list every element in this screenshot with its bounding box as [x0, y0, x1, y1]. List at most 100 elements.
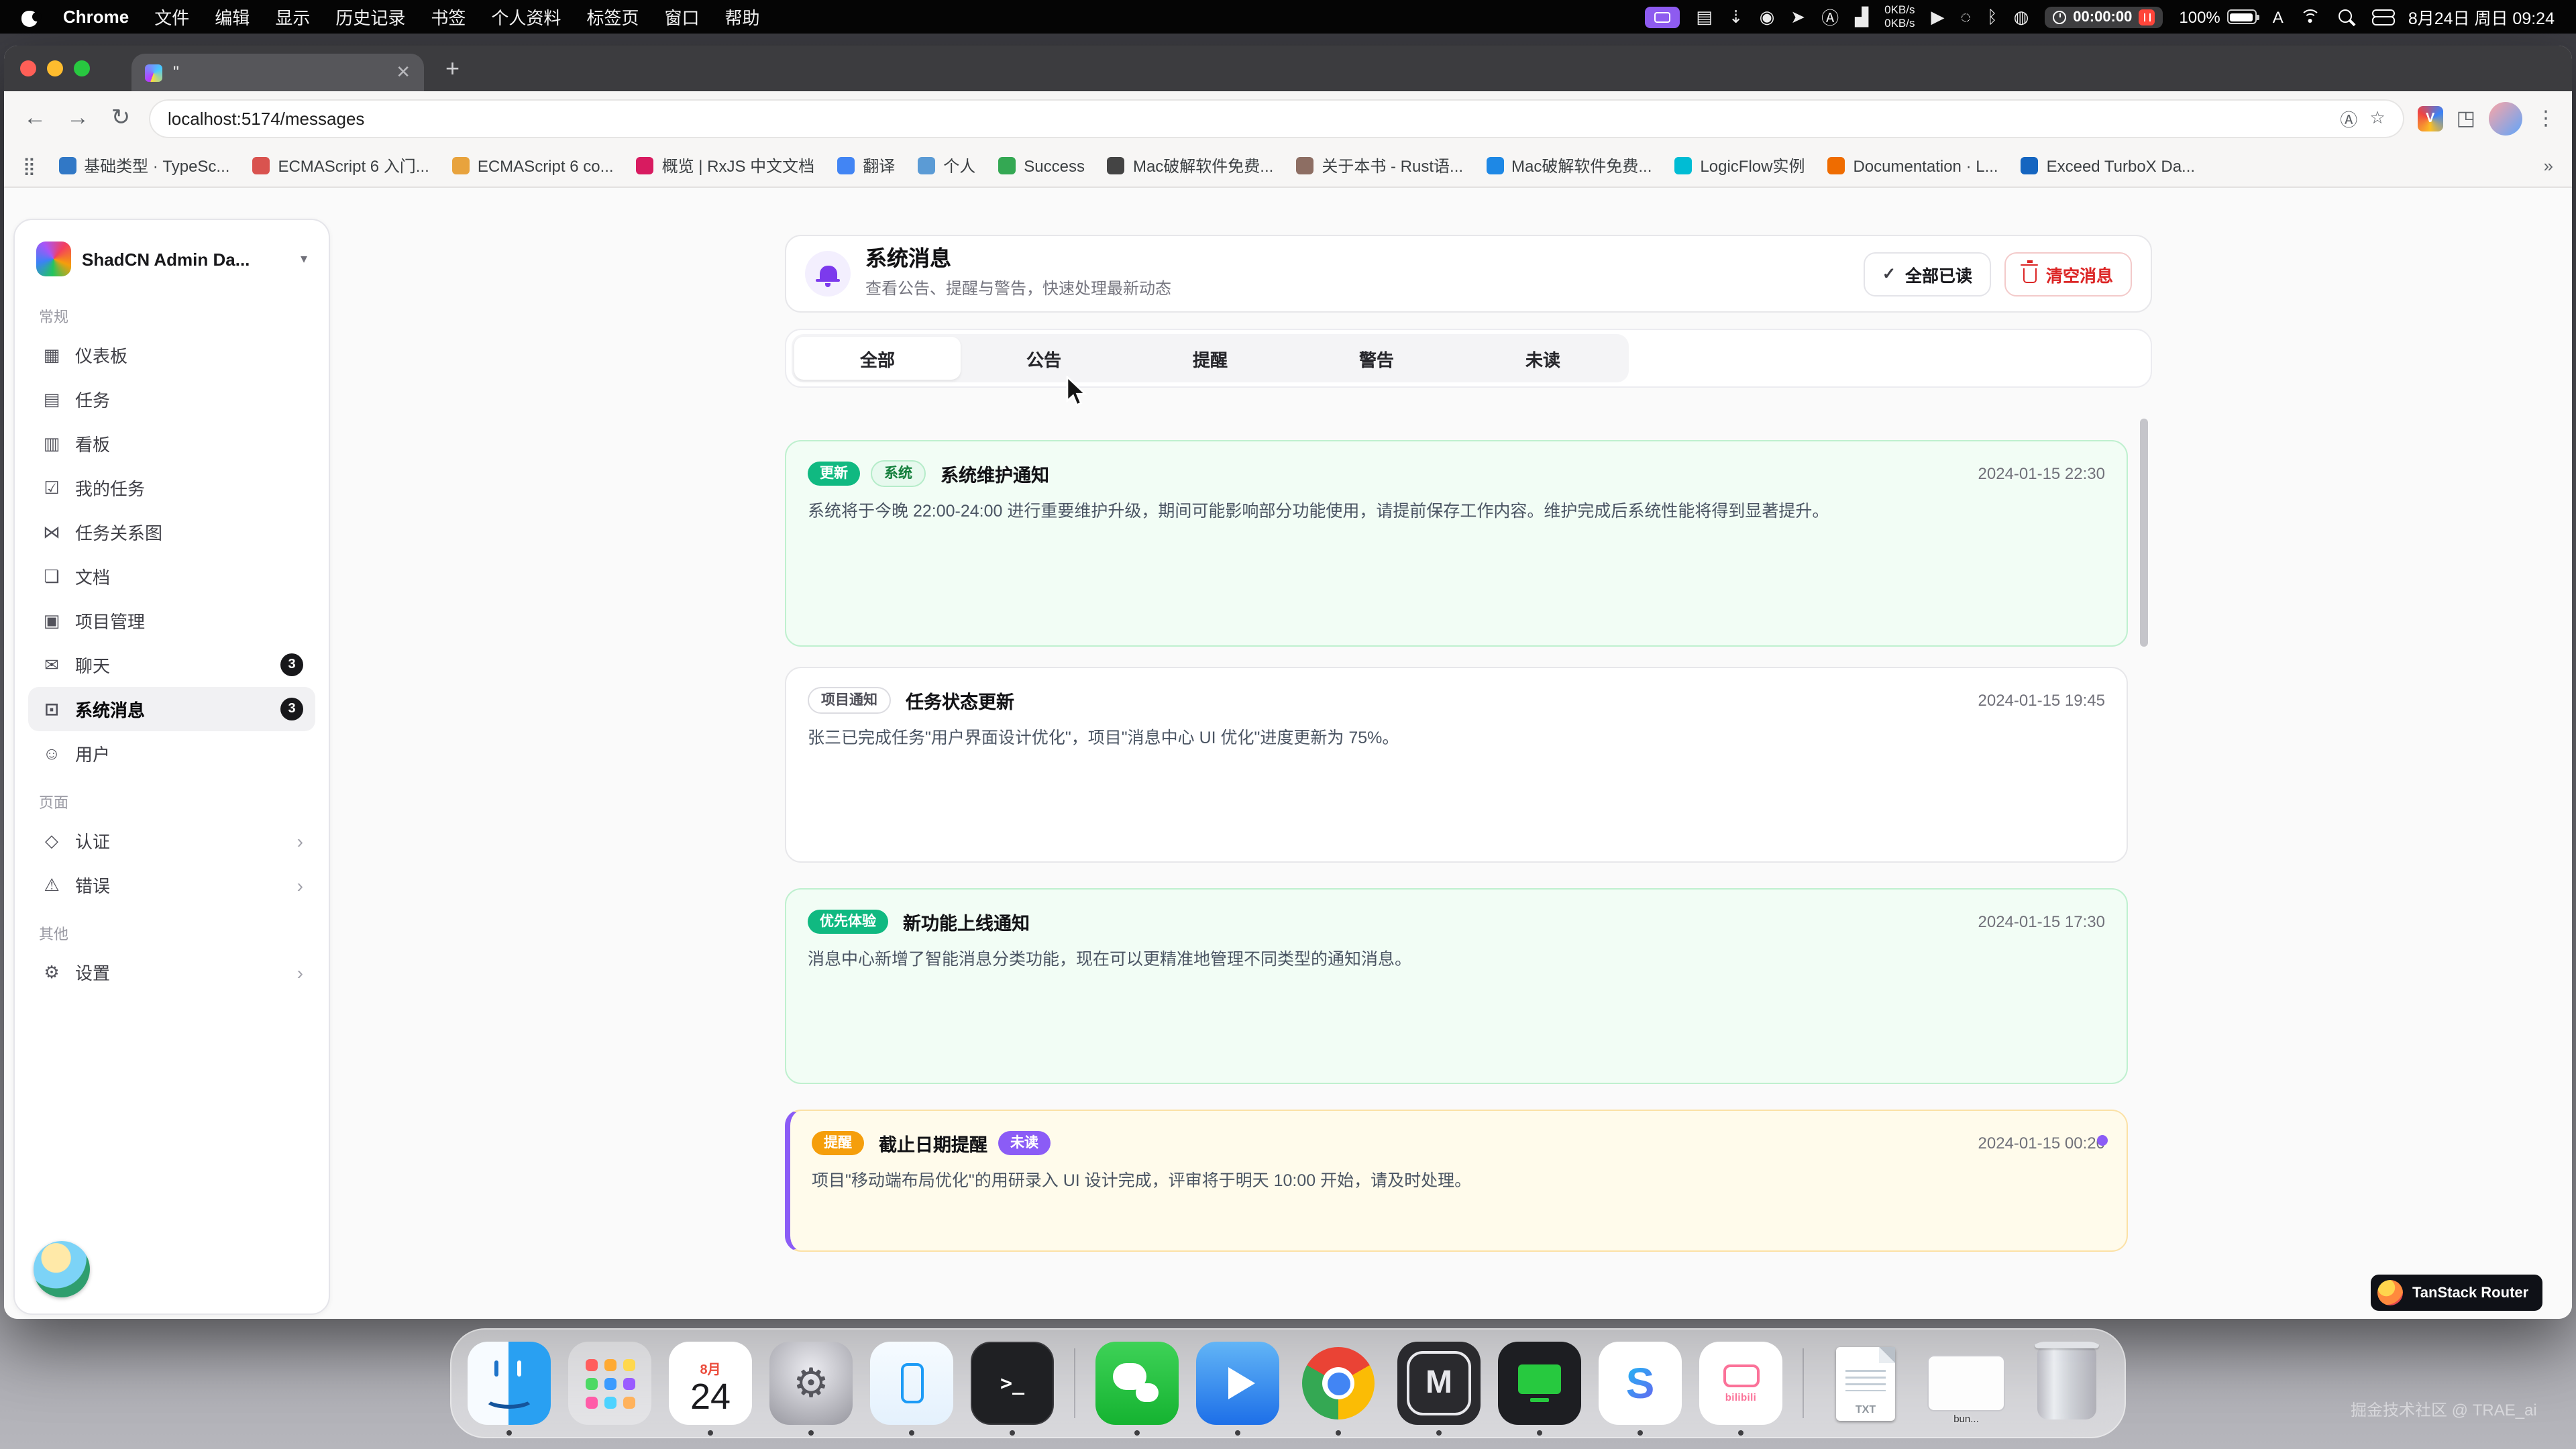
play-status-icon[interactable]: ▶	[1931, 6, 1945, 28]
bookmark-item[interactable]: LogicFlow实例	[1674, 154, 1805, 177]
profile-status-icon[interactable]: ◉	[1760, 6, 1775, 28]
forward-button[interactable]: →	[63, 105, 93, 131]
dock-remote-screen[interactable]	[1498, 1342, 1581, 1425]
bookmark-item[interactable]: Mac破解软件免费...	[1486, 154, 1652, 177]
bookmark-item[interactable]: Exceed TurboX Da...	[2021, 156, 2195, 175]
message-card[interactable]: 优先体验 新功能上线通知 2024-01-15 17:30 消息中心新增了智能消…	[785, 888, 2128, 1084]
calendar-status-icon[interactable]: ▤	[1696, 6, 1713, 28]
close-window-button[interactable]	[20, 60, 36, 76]
account-status-icon[interactable]: ◍	[2014, 6, 2029, 28]
clear-messages-button[interactable]: 清空消息	[2004, 252, 2132, 296]
minimize-window-button[interactable]	[47, 60, 63, 76]
sidebar-item-chat[interactable]: ✉聊天3	[28, 643, 315, 687]
input-source-indicator[interactable]: A	[2273, 7, 2284, 26]
menu-bar-clock[interactable]: 8月24日 周日 09:24	[2408, 4, 2555, 30]
tanstack-router-badge[interactable]: TanStack Router	[2371, 1275, 2542, 1311]
sidebar-item-task-graph[interactable]: ⋈任务关系图	[28, 510, 315, 554]
tab-all[interactable]: 全部	[794, 337, 961, 380]
mark-all-read-button[interactable]: ✓全部已读	[1864, 252, 1991, 296]
record-status-icon[interactable]: ◌	[1961, 7, 1971, 27]
menu-window[interactable]: 窗口	[664, 4, 699, 30]
apple-menu-icon[interactable]	[21, 7, 38, 26]
menu-tabs[interactable]: 标签页	[586, 4, 639, 30]
bluetooth-icon[interactable]: ᛒ	[1987, 7, 1998, 27]
control-center-icon[interactable]	[2372, 9, 2392, 25]
reload-button[interactable]: ↻	[106, 105, 136, 131]
network-speed-indicator[interactable]: 0KB/s 0KB/s	[1884, 3, 1915, 30]
dock-calendar[interactable]: 8月24	[669, 1342, 752, 1425]
bookmark-item[interactable]: Success	[998, 156, 1085, 175]
tab-reminders[interactable]: 提醒	[1127, 337, 1293, 380]
bookmark-star-icon[interactable]: ☆	[2369, 107, 2385, 129]
bookmark-item[interactable]: 概览 | RxJS 中文文档	[637, 154, 815, 177]
browser-profile-avatar[interactable]	[2489, 101, 2522, 135]
tab-close-icon[interactable]: ✕	[396, 62, 411, 83]
menu-file[interactable]: 文件	[154, 4, 189, 30]
sidebar-item-dashboard[interactable]: ▦仪表板	[28, 333, 315, 377]
spotlight-search-icon[interactable]	[2337, 7, 2356, 26]
dock-wechat[interactable]	[1095, 1342, 1179, 1425]
extension-shield-icon[interactable]: V	[2418, 105, 2443, 131]
browser-menu-icon[interactable]: ⋮	[2536, 106, 2556, 130]
dock-terminal[interactable]: >_	[971, 1342, 1054, 1425]
dock-chrome[interactable]	[1297, 1342, 1380, 1425]
bookmark-item[interactable]: Documentation · L...	[1827, 156, 1998, 175]
dock-blue-messenger[interactable]	[1196, 1342, 1279, 1425]
sidebar-item-my-tasks[interactable]: ☑我的任务	[28, 466, 315, 510]
bookmark-item[interactable]: 关于本书 - Rust语...	[1296, 154, 1463, 177]
sidebar-item-system-messages[interactable]: ⊡系统消息3	[28, 687, 315, 731]
message-card[interactable]: 更新 系统 系统维护通知 2024-01-15 22:30 系统将于今晚 22:…	[785, 440, 2128, 647]
dock-finder[interactable]	[468, 1342, 551, 1425]
message-card-unread[interactable]: 提醒 截止日期提醒 未读 2024-01-15 00:20 项目"移动端布局优化…	[785, 1110, 2128, 1252]
dock-launchpad[interactable]	[568, 1342, 651, 1425]
bookmark-folder[interactable]: 个人	[918, 154, 975, 177]
input-a-status-icon[interactable]: Ⓐ	[1821, 4, 1839, 30]
menu-app-name[interactable]: Chrome	[63, 7, 129, 27]
menu-profiles[interactable]: 个人资料	[491, 4, 561, 30]
sidebar-item-users[interactable]: ☺用户	[28, 731, 315, 775]
bookmark-item[interactable]: ECMAScript 6 入门...	[252, 154, 429, 177]
menu-help[interactable]: 帮助	[725, 4, 760, 30]
user-avatar[interactable]	[34, 1241, 90, 1297]
dock-bilibili[interactable]: bilibili	[1699, 1342, 1782, 1425]
battery-indicator[interactable]: 100%	[2179, 7, 2256, 26]
dock-window-preview[interactable]: bun...	[1925, 1342, 2008, 1425]
bookmark-item[interactable]: 翻译	[837, 154, 895, 177]
menu-edit[interactable]: 编辑	[215, 4, 250, 30]
workspace-switcher[interactable]: ShadCN Admin Da... ▾	[28, 233, 315, 290]
dock-markdown-editor[interactable]: M	[1397, 1342, 1481, 1425]
dock-txt-file[interactable]: TXT	[1824, 1342, 1907, 1425]
screen-mirroring-icon[interactable]	[1645, 6, 1680, 28]
sidebar-item-errors[interactable]: ⚠错误›	[28, 863, 315, 907]
bookmarks-overflow-chevron[interactable]: »	[2544, 156, 2553, 176]
menu-bookmarks[interactable]: 书签	[431, 4, 466, 30]
sidebar-item-tasks[interactable]: ▤任务	[28, 377, 315, 421]
message-card[interactable]: 项目通知 任务状态更新 2024-01-15 19:45 张三已完成任务"用户界…	[785, 667, 2128, 863]
address-bar[interactable]: localhost:5174/messages Ⓐ ☆	[149, 99, 2404, 138]
tab-unread[interactable]: 未读	[1460, 337, 1626, 380]
dock-trash[interactable]	[2025, 1342, 2108, 1425]
new-tab-button[interactable]: +	[445, 56, 460, 80]
sidebar-item-auth[interactable]: ◇认证›	[28, 818, 315, 863]
dock-system-settings[interactable]: ⚙	[769, 1342, 853, 1425]
apps-grid-icon[interactable]: ⣿	[23, 155, 36, 176]
sidebar-item-settings[interactable]: ⚙设置›	[28, 950, 315, 994]
tab-warnings[interactable]: 警告	[1293, 337, 1460, 380]
sidebar-item-board[interactable]: ▥看板	[28, 421, 315, 466]
bookmark-item[interactable]: 基础类型 · TypeSc...	[58, 154, 229, 177]
menu-view[interactable]: 显示	[275, 4, 310, 30]
wifi-icon[interactable]	[2300, 9, 2321, 25]
maximize-window-button[interactable]	[74, 60, 90, 76]
back-button[interactable]: ←	[20, 105, 50, 131]
download-status-icon[interactable]: ⇣	[1729, 6, 1743, 28]
extensions-puzzle-icon[interactable]: ◳	[2457, 106, 2475, 130]
browser-tab[interactable]: " ✕	[131, 54, 424, 91]
menu-history[interactable]: 历史记录	[335, 4, 405, 30]
tab-announcements[interactable]: 公告	[961, 337, 1127, 380]
translate-icon[interactable]: Ⓐ	[2340, 105, 2357, 131]
sidebar-item-documents[interactable]: ❏文档	[28, 554, 315, 598]
sidebar-item-projects[interactable]: ▣项目管理	[28, 598, 315, 643]
stats-status-icon[interactable]: ▟	[1855, 6, 1868, 28]
dock-s-design-app[interactable]: S	[1599, 1342, 1682, 1425]
send-status-icon[interactable]: ➤	[1790, 6, 1805, 28]
